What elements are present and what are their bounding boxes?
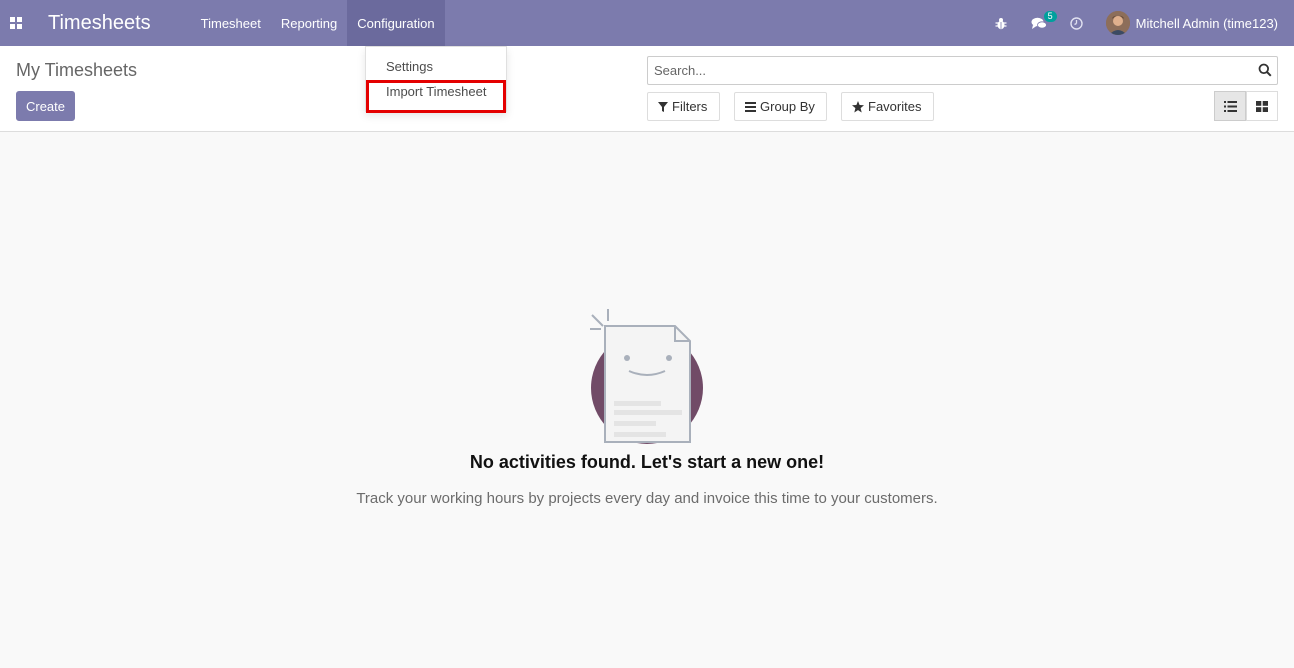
list-view-icon[interactable]: [1214, 91, 1246, 121]
group-by-button[interactable]: Group By: [734, 92, 827, 121]
top-navbar: Timesheets Timesheet Reporting Configura…: [0, 0, 1294, 46]
navbar-systray: 5 Mitchell Admin (time123): [982, 0, 1294, 46]
view-switcher: [1214, 91, 1278, 121]
filters-button[interactable]: Filters: [647, 92, 720, 121]
favorites-label: Favorites: [868, 99, 922, 114]
page-title: My Timesheets: [16, 60, 138, 80]
kanban-view-icon[interactable]: [1246, 91, 1278, 121]
search-bar: [647, 56, 1278, 85]
messages-badge: 5: [1043, 11, 1057, 22]
dropdown-item-settings[interactable]: Settings: [386, 59, 433, 74]
control-panel: My Timesheets Create Filters Group By: [0, 46, 1294, 132]
menu-reporting[interactable]: Reporting: [271, 0, 347, 46]
empty-state-title: No activities found. Let's start a new o…: [469, 452, 825, 472]
configuration-dropdown: Settings Import Timesheet: [365, 46, 507, 112]
search-input[interactable]: [648, 57, 1248, 84]
user-name: Mitchell Admin (time123): [1135, 15, 1278, 31]
group-by-label: Group By: [760, 99, 815, 114]
empty-state-text: Track your working hours by projects eve…: [356, 490, 938, 507]
menu-timesheet[interactable]: Timesheet: [191, 0, 271, 46]
main-menu: Timesheet Reporting Configuration: [191, 0, 445, 46]
apps-menu-icon[interactable]: [0, 0, 32, 46]
app-title[interactable]: Timesheets: [48, 12, 151, 35]
filters-label: Filters: [672, 99, 708, 114]
empty-state-illustration: [589, 308, 707, 451]
star-icon: [852, 100, 864, 113]
user-avatar: [1105, 11, 1130, 35]
dropdown-item-import-timesheet[interactable]: Import Timesheet: [386, 84, 486, 99]
favorites-button[interactable]: Favorites: [841, 92, 934, 121]
menu-configuration[interactable]: Configuration: [347, 0, 445, 46]
search-icon[interactable]: [1258, 63, 1272, 80]
create-button[interactable]: Create: [16, 91, 75, 121]
messaging-chat-icon[interactable]: 5: [1020, 0, 1058, 46]
debug-bug-icon[interactable]: [982, 0, 1020, 46]
activity-clock-icon[interactable]: [1058, 0, 1096, 46]
filter-icon: [658, 101, 668, 112]
list-bars-icon: [745, 101, 756, 112]
user-menu[interactable]: Mitchell Admin (time123): [1096, 0, 1294, 46]
